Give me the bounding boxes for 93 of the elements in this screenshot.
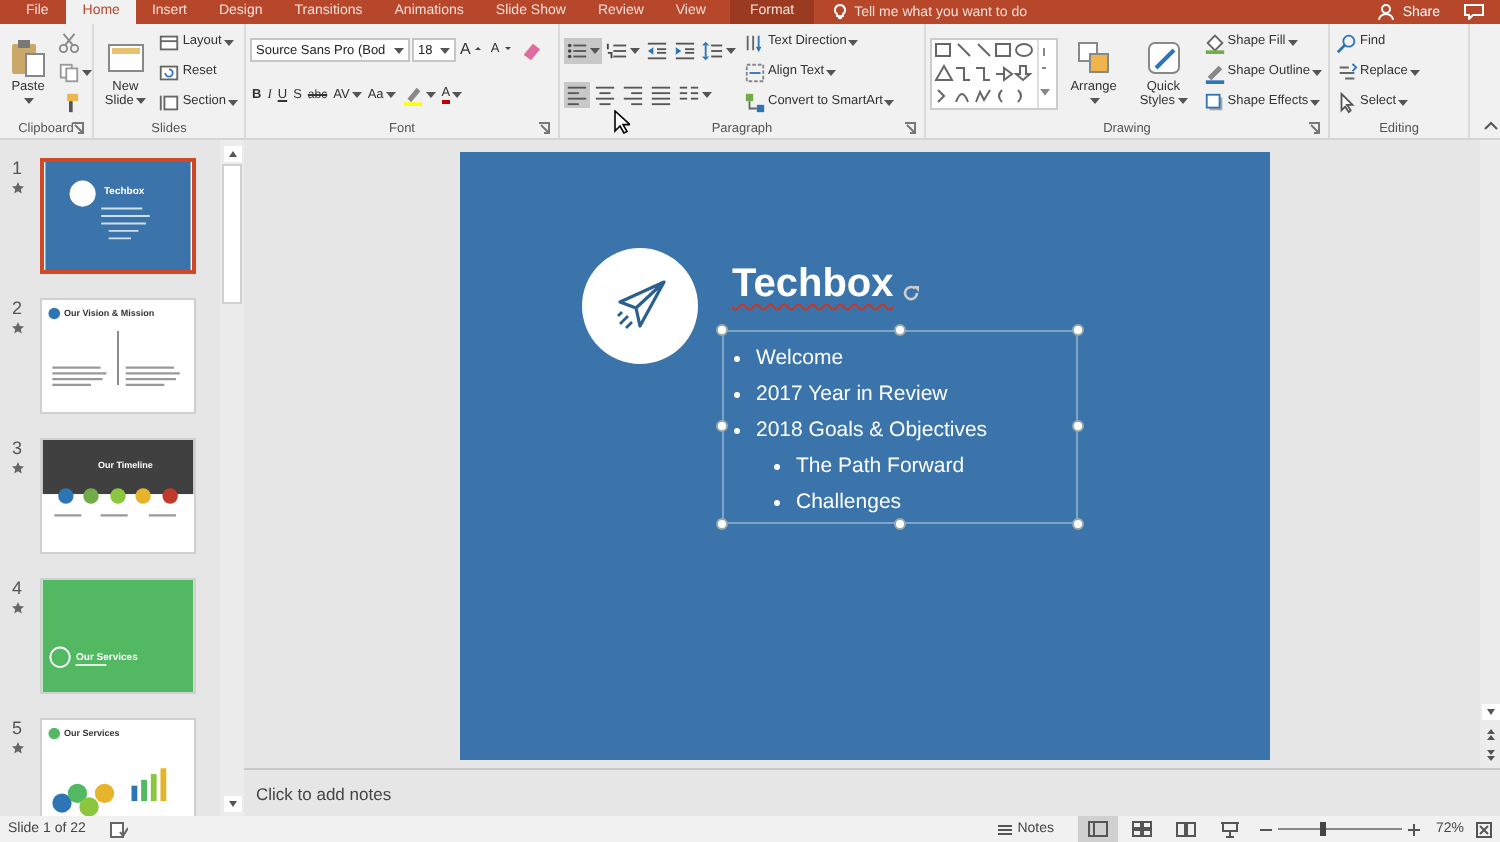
slide-number: 1 — [11, 158, 22, 178]
bullet-icon — [774, 463, 780, 469]
zoom-slider-thumb[interactable] — [1320, 822, 1327, 836]
rotate-handle-icon[interactable] — [902, 284, 920, 302]
replace-icon — [1336, 62, 1358, 84]
copy-icon — [58, 62, 80, 84]
normal-view-button[interactable] — [1077, 816, 1118, 842]
justify-icon — [650, 84, 672, 107]
align-left-button[interactable] — [564, 82, 590, 109]
outdent-button[interactable] — [644, 37, 670, 64]
mouse-cursor-icon — [614, 110, 630, 134]
decrease-indent-icon — [646, 39, 668, 62]
fit-to-window-icon[interactable] — [1476, 821, 1492, 837]
increase-indent-icon — [674, 39, 696, 62]
align-right-button[interactable] — [620, 82, 646, 109]
person-icon — [1378, 4, 1395, 20]
align-left-icon — [566, 84, 588, 107]
bulleted-list-icon — [566, 39, 588, 62]
dialog-launcher-icon[interactable] — [72, 122, 84, 134]
previous-slide-button[interactable] — [1481, 726, 1499, 742]
indent-button[interactable] — [672, 37, 698, 64]
reset-icon — [158, 62, 181, 84]
line-spacing-icon — [702, 39, 724, 62]
dialog-launcher-icon[interactable] — [1308, 122, 1320, 134]
bullet-icon — [734, 427, 740, 433]
next-slide-button[interactable] — [1481, 748, 1499, 764]
align-text-icon — [744, 62, 766, 84]
quick-styles-icon — [1143, 37, 1184, 78]
cut-button[interactable] — [56, 30, 82, 56]
resize-handle[interactable] — [716, 518, 728, 530]
resize-handle[interactable] — [1072, 420, 1084, 432]
lightbulb-icon — [834, 4, 847, 20]
bullet-icon — [774, 499, 780, 505]
bullet-icon — [734, 355, 740, 361]
bullet-text: Challenges — [796, 490, 902, 514]
shape-effects-icon — [1203, 92, 1226, 114]
slide-number: 2 — [11, 298, 22, 318]
search-icon — [1336, 32, 1358, 54]
vertical-scrollbar[interactable] — [220, 140, 244, 816]
arrange-icon — [1073, 37, 1114, 78]
bullet-text: 2018 Goals & Objectives — [756, 418, 988, 442]
bullet-text: Welcome — [756, 346, 844, 370]
caret-icon — [394, 47, 404, 54]
bullet-text: 2017 Year in Review — [756, 382, 948, 406]
vertical-scrollbar[interactable] — [1480, 140, 1500, 768]
align-right-icon — [622, 84, 644, 107]
align-center-button[interactable] — [592, 82, 618, 109]
resize-handle[interactable] — [716, 420, 728, 432]
bullet-icon — [734, 391, 740, 397]
smartart-icon — [744, 92, 766, 114]
bullets-button[interactable] — [564, 37, 602, 64]
resize-handle[interactable] — [894, 518, 906, 530]
resize-handle[interactable] — [1072, 518, 1084, 530]
resize-handle[interactable] — [716, 324, 728, 336]
numbered-list-icon — [606, 39, 628, 62]
cursor-icon — [1336, 92, 1358, 114]
section-icon — [158, 92, 181, 114]
zoom-out-icon[interactable] — [1259, 823, 1272, 835]
scissors-icon — [58, 32, 80, 54]
scroll-up-button[interactable] — [223, 146, 241, 162]
slide-number: 5 — [11, 718, 22, 738]
spell-check-icon[interactable] — [109, 821, 128, 837]
copy-button[interactable] — [56, 60, 94, 86]
layout-icon — [158, 32, 181, 54]
highlighter-icon — [401, 84, 424, 107]
scroll-down-button[interactable] — [223, 796, 241, 812]
notes-icon — [997, 823, 1012, 835]
collapse-ribbon-icon[interactable] — [1484, 120, 1498, 130]
paint-bucket-icon — [1203, 32, 1226, 54]
scrollbar-thumb[interactable] — [222, 164, 242, 304]
bullet-text: The Path Forward — [796, 454, 965, 478]
dialog-launcher-icon[interactable] — [904, 122, 916, 134]
slide-number: 4 — [11, 578, 22, 598]
justify-button[interactable] — [648, 82, 674, 109]
highlight-button[interactable] — [399, 82, 438, 109]
align-center-icon — [594, 84, 616, 107]
caret-icon — [440, 47, 450, 54]
resize-handle[interactable] — [1072, 324, 1084, 336]
resize-handle[interactable] — [894, 324, 906, 336]
scroll-down-button[interactable] — [1481, 704, 1499, 720]
shape-gallery[interactable] — [930, 37, 1058, 109]
eraser-icon — [519, 39, 542, 62]
dialog-launcher-icon[interactable] — [538, 122, 550, 134]
comment-icon[interactable] — [1464, 4, 1484, 20]
slide-title: Techbox — [732, 264, 894, 304]
zoom-in-icon[interactable] — [1407, 823, 1420, 835]
grow-button[interactable]: A — [458, 37, 487, 64]
notes-field[interactable]: Click to add notes — [256, 783, 856, 803]
pencil-icon — [1203, 62, 1226, 84]
clipboard-icon — [8, 37, 48, 78]
line-spacing-button[interactable] — [700, 37, 738, 64]
slide-number: 3 — [11, 438, 22, 458]
text-direction-icon — [744, 32, 766, 54]
